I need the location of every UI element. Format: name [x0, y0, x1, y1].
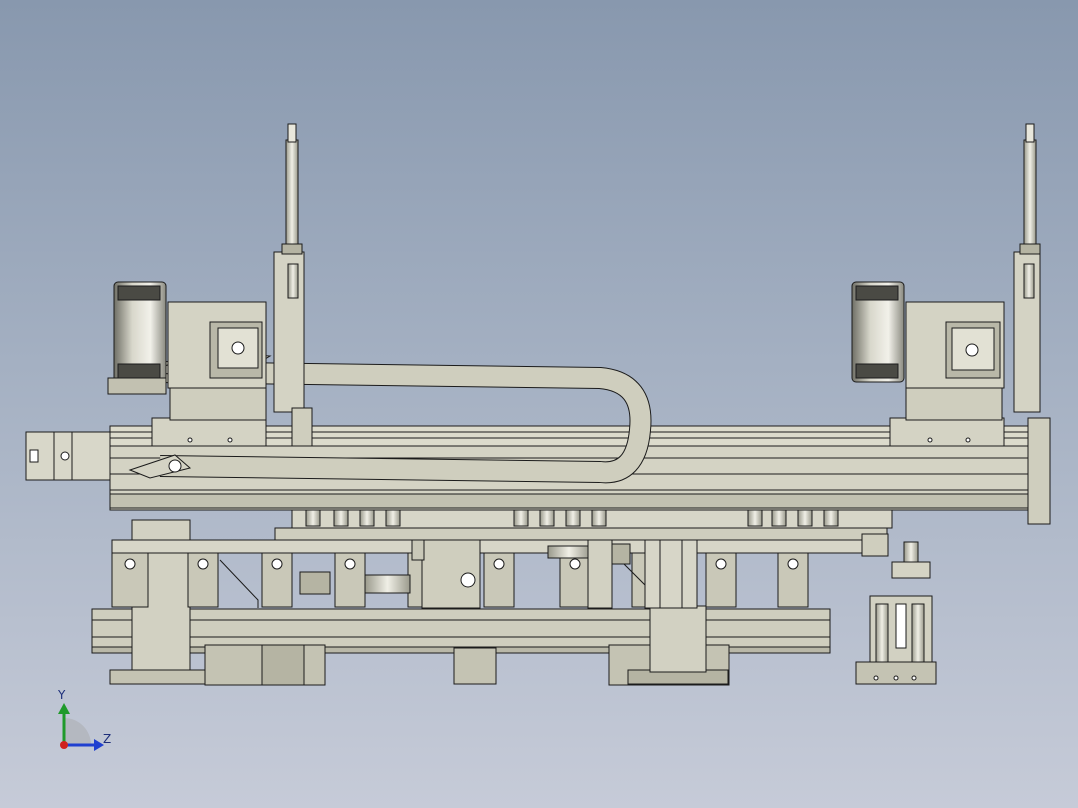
mechanism-drawing — [25, 123, 1051, 751]
triad-plane-shading — [64, 718, 91, 745]
right-stand — [855, 533, 937, 685]
y-axis-label: Y — [58, 688, 66, 702]
cad-viewport[interactable]: Y Z — [0, 0, 1078, 808]
bearing-row — [274, 507, 893, 541]
roller-blocks — [111, 539, 863, 608]
z-axis-label: Z — [103, 732, 112, 746]
left-carriage — [107, 123, 313, 447]
right-carriage — [851, 123, 1041, 447]
end-motor — [25, 431, 111, 481]
coordinate-triad — [58, 703, 104, 751]
x-axis-origin — [60, 741, 68, 749]
